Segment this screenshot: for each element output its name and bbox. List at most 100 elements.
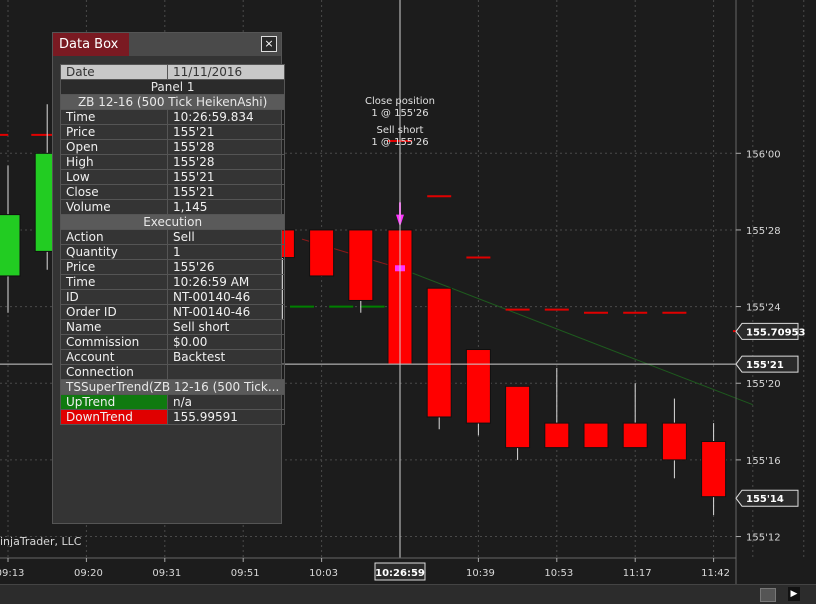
exec-row-key: Time: [60, 274, 168, 290]
x-tick-label: 10:03: [309, 568, 338, 579]
uptrend-value: n/a: [166, 394, 286, 410]
candle-body: [583, 422, 609, 449]
bar-row: Time 10:26:59.834: [60, 109, 286, 125]
bar-row-key: Price: [60, 124, 168, 140]
bar-row-key: High: [60, 154, 168, 170]
exec-row-value: Sell short: [166, 319, 286, 335]
exec-row-value: Sell: [166, 229, 286, 245]
exec-row-key: Connection: [60, 364, 168, 380]
candle-body: [348, 229, 374, 301]
exec-row-value: $0.00: [166, 334, 286, 350]
bar-row-key: Close: [60, 184, 168, 200]
data-box-window[interactable]: Data Box × Date 11/11/2016 Panel 1 ZB 12…: [52, 32, 286, 524]
exec-row-value: NT-00140-46: [166, 304, 286, 320]
uptrend-row: UpTrend n/a: [60, 394, 286, 410]
y-tick-label: 155'16: [746, 456, 781, 467]
execution-title: Execution: [59, 214, 286, 230]
bar-row-value: 1,145: [166, 199, 286, 215]
exec-row-value: Backtest: [166, 349, 286, 365]
horizontal-scrollbar[interactable]: ▶: [0, 584, 816, 604]
x-tick-label: 10:39: [466, 568, 495, 579]
downtrend-label: DownTrend: [60, 409, 168, 425]
panel-label: Panel 1: [59, 79, 286, 95]
x-tick-label: 09:31: [152, 568, 181, 579]
candle-body: [505, 385, 531, 449]
copyright-text: injaTrader, LLC: [0, 535, 82, 548]
candle-body: [661, 422, 687, 461]
candle-body: [622, 422, 648, 449]
bar-row-value: 155'28: [166, 139, 286, 155]
bar-row: Volume 1,145: [60, 199, 286, 215]
exec-row-key: Commission: [60, 334, 168, 350]
candle-body: [544, 422, 570, 449]
x-tick-label: 09:20: [74, 568, 103, 579]
x-tick-label: 09:51: [231, 568, 260, 579]
bar-row-value: 155'21: [166, 184, 286, 200]
downtrend-value: 155.99591: [166, 409, 286, 425]
price-tag-label: 155.70953: [746, 327, 806, 338]
exec-row: Order ID NT-00140-46: [60, 304, 286, 320]
exec-row: Name Sell short: [60, 319, 286, 335]
indicator-title: TSSuperTrend(ZB 12-16 (500 Tick...: [59, 379, 286, 395]
data-box-header[interactable]: Data Box ×: [53, 33, 281, 56]
x-tick-label: 11:17: [623, 568, 652, 579]
exec-row-value: 1: [166, 244, 286, 260]
x-tick-label: 09:13: [0, 568, 24, 579]
series-title-row: ZB 12-16 (500 Tick HeikenAshi): [59, 94, 286, 110]
close-icon[interactable]: ×: [261, 36, 277, 52]
exec-row-key: Quantity: [60, 244, 168, 260]
downtrend-row: DownTrend 155.99591: [60, 409, 286, 425]
date-value: 11/11/2016: [166, 64, 286, 80]
exec-row: Quantity 1: [60, 244, 286, 260]
price-tag-label: 155'14: [746, 494, 784, 505]
exec-row: Connection: [60, 364, 286, 380]
candle-body: [309, 229, 335, 277]
bar-row-value: 155'21: [166, 169, 286, 185]
bar-row: Close 155'21: [60, 184, 286, 200]
exec-row-key: Name: [60, 319, 168, 335]
bar-row-key: Time: [60, 109, 168, 125]
y-tick-label: 155'28: [746, 226, 781, 237]
exec-row-key: Order ID: [60, 304, 168, 320]
y-tick-label: 155'24: [746, 303, 781, 314]
bar-row-value: 155'28: [166, 154, 286, 170]
data-box-table: Date 11/11/2016 Panel 1 ZB 12-16 (500 Ti…: [59, 64, 286, 425]
bar-row-key: Volume: [60, 199, 168, 215]
bar-row: Price 155'21: [60, 124, 286, 140]
execution-title-row: Execution: [59, 214, 286, 230]
bar-row: Open 155'28: [60, 139, 286, 155]
exec-row: Action Sell: [60, 229, 286, 245]
execution-trend-line: [399, 267, 753, 406]
exec-row-value: 155'26: [166, 259, 286, 275]
exec-row-key: ID: [60, 289, 168, 305]
y-tick-label: 155'12: [746, 533, 781, 544]
bar-row-key: Open: [60, 139, 168, 155]
candle-body: [0, 214, 21, 277]
scroll-thumb[interactable]: [760, 588, 776, 602]
indicator-title-row: TSSuperTrend(ZB 12-16 (500 Tick...: [59, 379, 286, 395]
data-box-title: Data Box: [53, 33, 129, 56]
candle-body: [426, 287, 452, 418]
series-title: ZB 12-16 (500 Tick HeikenAshi): [59, 94, 286, 110]
crosshair-price-label: 155'21: [746, 360, 784, 371]
bar-row-value: 10:26:59.834: [166, 109, 286, 125]
candle-body: [465, 349, 491, 424]
bar-row-value: 155'21: [166, 124, 286, 140]
crosshair-time-label: 10:26:59: [375, 568, 425, 579]
date-row: Date 11/11/2016: [60, 64, 286, 80]
x-tick-label: 10:53: [544, 568, 573, 579]
exec-row-value: [166, 364, 286, 380]
uptrend-label: UpTrend: [60, 394, 168, 410]
exec-row: ID NT-00140-46: [60, 289, 286, 305]
x-tick-label: 11:42: [701, 568, 730, 579]
exec-row-key: Action: [60, 229, 168, 245]
exec-row-value: NT-00140-46: [166, 289, 286, 305]
scroll-right-arrow-icon[interactable]: ▶: [788, 587, 800, 601]
exec-row: Account Backtest: [60, 349, 286, 365]
exec-row: Commission $0.00: [60, 334, 286, 350]
exec-row-value: 10:26:59 AM: [166, 274, 286, 290]
bar-row: High 155'28: [60, 154, 286, 170]
y-tick-label: 155'20: [746, 379, 781, 390]
exec-row-key: Price: [60, 259, 168, 275]
bar-row-key: Low: [60, 169, 168, 185]
